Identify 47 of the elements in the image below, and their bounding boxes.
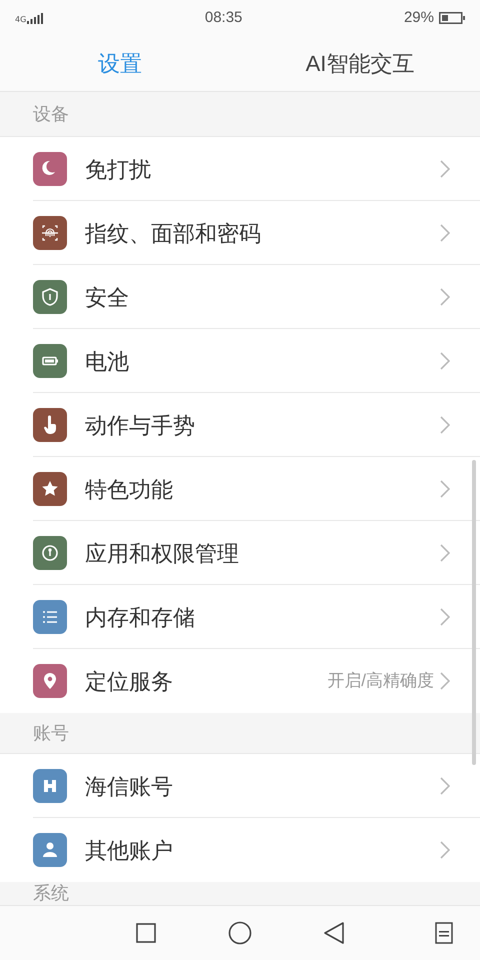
row-label: 内存和存储 <box>85 604 196 632</box>
chevron-icon <box>440 160 450 178</box>
row-label: 应用和权限管理 <box>85 540 240 568</box>
row-label: 其他账户 <box>85 836 174 864</box>
settings-row[interactable]: 安全 <box>0 265 480 329</box>
signal-icon <box>27 12 44 24</box>
recents-icon[interactable] <box>136 923 156 943</box>
settings-row[interactable]: 指纹、面部和密码 <box>0 201 480 265</box>
chevron-icon <box>440 480 450 498</box>
settings-row[interactable]: 应用和权限管理 <box>0 521 480 585</box>
back-icon[interactable] <box>324 922 344 944</box>
section-header: 账号 <box>33 724 69 742</box>
section-header: 设备 <box>33 105 69 123</box>
settings-row[interactable]: 特色功能 <box>0 457 480 521</box>
chevron-icon <box>440 608 450 626</box>
row-label: 指纹、面部和密码 <box>85 220 262 248</box>
row-label: 安全 <box>85 284 130 312</box>
chevron-icon <box>440 777 450 795</box>
chevron-icon <box>440 841 450 859</box>
chevron-icon <box>440 544 450 562</box>
network-label: 4G <box>15 16 26 24</box>
chevron-icon <box>440 672 450 690</box>
tab[interactable]: AI智能交互 <box>306 47 414 80</box>
row-label: 免打扰 <box>85 156 152 184</box>
chevron-icon <box>440 352 450 370</box>
chevron-icon <box>440 288 450 306</box>
home-icon[interactable] <box>228 921 252 945</box>
settings-row[interactable]: 内存和存储 <box>0 585 480 649</box>
section-header: 系统 <box>33 884 69 902</box>
settings-row[interactable]: 动作与手势 <box>0 393 480 457</box>
battery-percent: 29% <box>404 8 434 28</box>
settings-row[interactable]: 海信账号 <box>0 754 480 818</box>
row-value: 开启/高精确度 <box>327 670 434 692</box>
settings-row[interactable]: 定位服务 开启/高精确度 <box>0 649 480 713</box>
row-label: 海信账号 <box>85 772 174 800</box>
battery-icon <box>439 12 465 24</box>
notification-pull-icon[interactable] <box>435 922 453 944</box>
settings-row[interactable]: 免打扰 <box>0 137 480 201</box>
chevron-icon <box>440 224 450 242</box>
row-label: 定位服务 <box>85 668 174 696</box>
row-label: 动作与手势 <box>85 412 196 440</box>
settings-row[interactable]: 电池 <box>0 329 480 393</box>
settings-row[interactable]: 其他账户 <box>0 818 480 882</box>
row-label: 电池 <box>85 348 130 376</box>
chevron-icon <box>440 416 450 434</box>
clock-time: 08:35 <box>204 8 242 28</box>
row-label: 特色功能 <box>85 476 174 504</box>
